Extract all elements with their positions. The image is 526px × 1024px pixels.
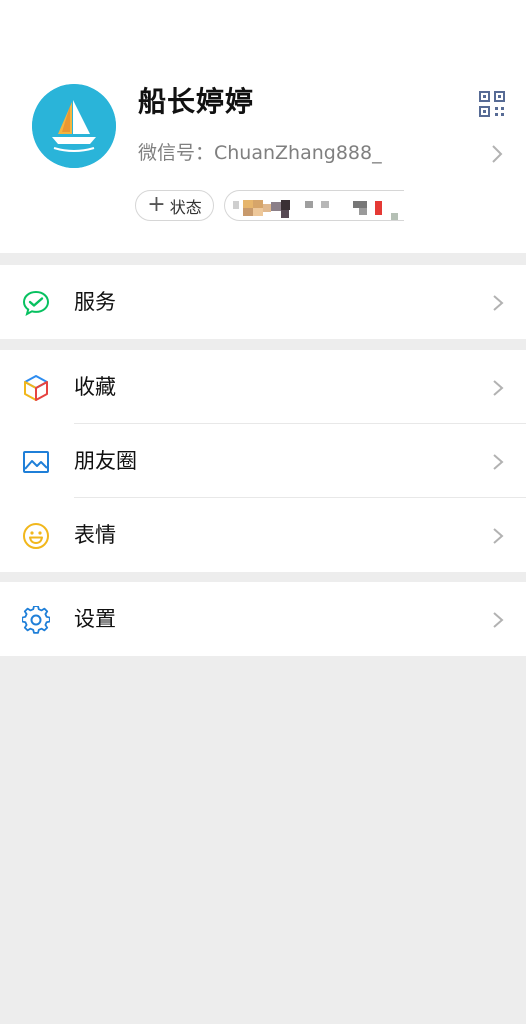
menu-item-label: 朋友圈 — [74, 449, 137, 473]
menu-item-moments[interactable]: 朋友圈 — [0, 424, 526, 498]
sailboat-icon — [32, 84, 116, 168]
chevron-right-icon — [493, 454, 504, 470]
chevron-right-icon — [492, 145, 503, 163]
wechat-id: 微信号：ChuanZhang888_ — [138, 142, 382, 164]
image-icon — [23, 451, 49, 473]
menu-item-label: 设置 — [74, 607, 116, 631]
chevron-right-icon — [493, 528, 504, 544]
menu-item-stickers[interactable]: 表情 — [0, 498, 526, 572]
chevron-right-icon — [493, 612, 504, 628]
avatar[interactable] — [32, 84, 116, 168]
menu-item-services[interactable]: 服务 — [0, 265, 526, 339]
gear-icon — [22, 606, 50, 634]
group-content: 收藏 朋友圈 表情 — [0, 350, 526, 572]
group-settings: 设置 — [0, 582, 526, 656]
friend-status-pill[interactable] — [224, 190, 404, 221]
menu-item-label: 表情 — [74, 523, 116, 547]
qr-code-icon[interactable] — [479, 91, 505, 117]
wechat-pay-icon — [22, 290, 50, 316]
status-button-label: 状态 — [169, 197, 202, 217]
nickname: 船长婷婷 — [138, 85, 255, 118]
menu-item-label: 服务 — [74, 290, 116, 314]
menu-item-label: 收藏 — [74, 375, 116, 399]
cube-icon — [24, 375, 48, 401]
chevron-right-icon — [493, 295, 504, 311]
chevron-right-icon — [493, 380, 504, 396]
group-services: 服务 — [0, 265, 526, 339]
menu-item-settings[interactable]: 设置 — [0, 582, 526, 656]
plus-icon: + — [147, 191, 166, 217]
smiley-icon — [23, 523, 49, 549]
menu-item-favorites[interactable]: 收藏 — [0, 350, 526, 424]
add-status-button[interactable]: + 状态 — [135, 190, 214, 221]
profile-header[interactable]: 船长婷婷 微信号：ChuanZhang888_ + 状态 — [0, 0, 526, 253]
